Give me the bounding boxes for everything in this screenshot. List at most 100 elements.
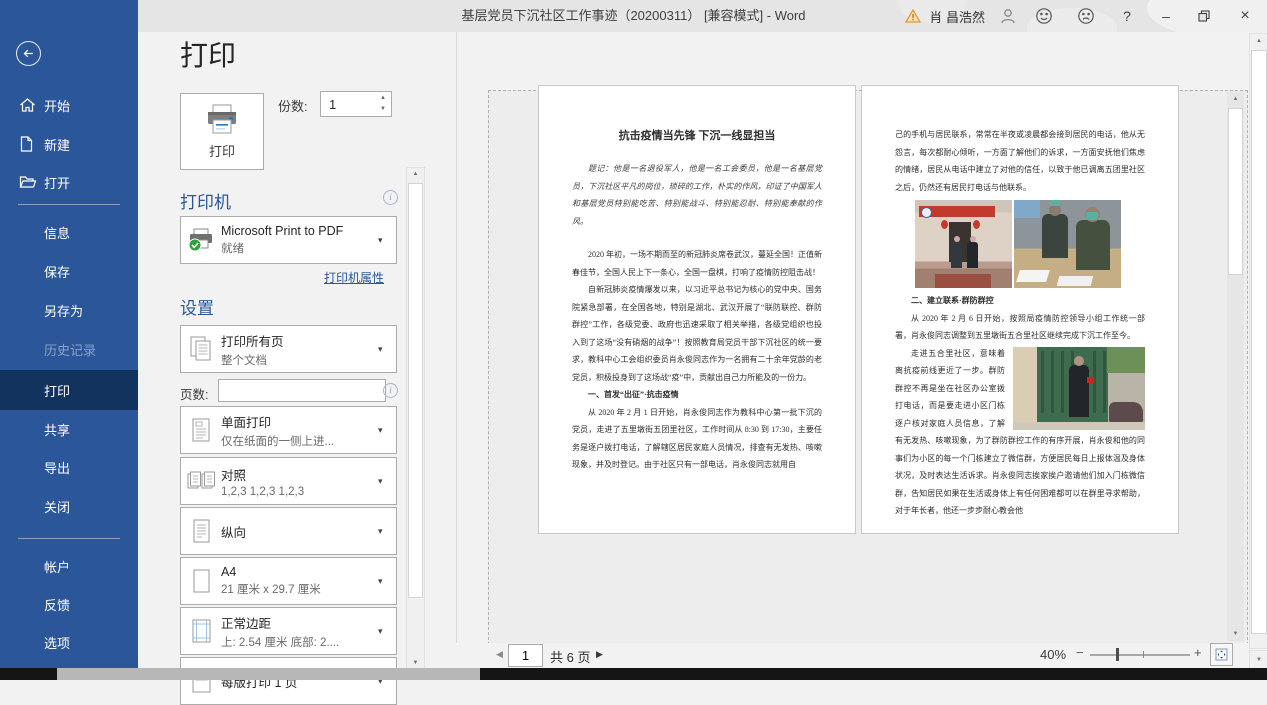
preview-page-1: 抗击疫情当先锋 下沉一线显担当 题记：他是一名退役军人，他是一名工会委员，他是一… [538, 85, 856, 534]
window-scrollbar-down[interactable]: ▼ [1249, 650, 1267, 670]
next-page-icon[interactable]: ▶ [596, 649, 603, 660]
sidebar-item-save[interactable]: 保存 [0, 252, 138, 290]
pages-label: 页数: [180, 384, 208, 403]
preview-status-bar: ◀ 共 6 页 ▶ 40% − + [456, 643, 1249, 668]
feedback-frown-icon[interactable] [1065, 0, 1107, 32]
chevron-down-icon: ▾ [378, 576, 396, 587]
current-page-input[interactable] [508, 644, 543, 667]
fit-to-page-icon [1215, 648, 1228, 661]
setting-collate[interactable]: 对照 1,2,3 1,2,3 1,2,3 ▾ [180, 457, 397, 505]
sidebar-item-open[interactable]: 打开 [0, 163, 138, 201]
settings-section-header: 设置 [180, 294, 214, 319]
setting-paper-size[interactable]: A4 21 厘米 x 29.7 厘米 ▾ [180, 557, 397, 605]
scroll-up-icon[interactable]: ▲ [1250, 38, 1267, 44]
scroll-up-icon[interactable]: ▲ [407, 171, 424, 177]
sidebar-divider [18, 538, 120, 539]
previous-page-icon[interactable]: ◀ [496, 649, 503, 660]
user-name[interactable]: 肖 昌浩然 [929, 7, 985, 26]
settings-scrollbar-thumb[interactable] [408, 183, 423, 598]
sidebar-item-close[interactable]: 关闭 [0, 487, 138, 525]
feedback-smile-icon[interactable] [1023, 0, 1065, 32]
sidebar-item-export[interactable]: 导出 [0, 448, 138, 486]
setting-pages-per-sheet[interactable]: 每版打印 1 页 ▾ [180, 657, 397, 705]
help-button[interactable]: ? [1107, 0, 1147, 32]
user-avatar-icon[interactable] [993, 0, 1023, 32]
setting-margins[interactable]: 正常边距 上: 2.54 厘米 底部: 2.... ▾ [180, 607, 397, 655]
scroll-down-icon[interactable]: ▼ [1250, 657, 1267, 663]
margins-icon [181, 617, 221, 645]
copies-increment-icon[interactable]: ▲ [377, 93, 389, 104]
all-pages-icon [181, 335, 221, 363]
total-pages-label: 共 6 页 [550, 647, 590, 666]
setting-print-range[interactable]: 打印所有页 整个文档 ▾ [180, 325, 397, 373]
copies-input[interactable] [327, 93, 375, 115]
copies-decrement-icon[interactable]: ▼ [377, 104, 389, 115]
scroll-down-icon[interactable]: ▼ [407, 660, 424, 666]
doc-heading: 抗击疫情当先锋 下沉一线显担当 [572, 126, 822, 146]
print-button[interactable]: 打印 [180, 93, 264, 170]
sidebar-item-account[interactable]: 帐户 [0, 547, 138, 585]
zoom-slider-center-tick [1143, 651, 1144, 658]
sidebar-item-options[interactable]: 选项 [0, 623, 138, 661]
preview-scrollbar-thumb[interactable] [1228, 108, 1243, 275]
taskbar-window-segment[interactable] [57, 668, 480, 680]
page-title: 打印 [180, 34, 236, 74]
minimize-button[interactable]: – [1147, 0, 1185, 32]
sidebar-item-history: 历史记录 [0, 330, 138, 368]
zoom-slider-handle[interactable] [1116, 648, 1119, 661]
titlebar: 基层党员下沉社区工作事迹（20200311） [兼容模式] - Word 肖 昌… [0, 0, 1267, 32]
printer-status: 就绪 [221, 240, 378, 256]
portrait-icon [181, 517, 221, 545]
taskbar-edge [0, 668, 1267, 680]
copies-label: 份数: [278, 96, 308, 115]
warning-icon[interactable] [901, 0, 925, 32]
sidebar-item-print[interactable]: 打印 [0, 370, 138, 410]
paper-size-icon [181, 567, 221, 595]
sidebar-item-share[interactable]: 共享 [0, 410, 138, 448]
setting-orientation[interactable]: 纵向 ▾ [180, 507, 397, 555]
back-button[interactable] [16, 41, 41, 66]
photo-office-phone-call [1014, 200, 1121, 288]
fit-to-page-button[interactable] [1210, 643, 1233, 666]
chevron-down-icon: ▾ [378, 526, 396, 537]
zoom-in-button[interactable]: + [1194, 645, 1202, 660]
sidebar-item-save-as[interactable]: 另存为 [0, 291, 138, 329]
printer-info-icon[interactable]: i [383, 190, 398, 205]
photo-gate-door-check [1013, 347, 1145, 430]
print-button-label: 打印 [209, 141, 235, 160]
print-panel: 打印 打印 份数: ▲ ▼ 打印机 i [138, 32, 456, 668]
copies-stepper[interactable]: ▲ ▼ [320, 91, 392, 117]
chevron-down-icon: ▾ [378, 476, 396, 487]
printer-properties-link[interactable]: 打印机属性 [324, 269, 384, 286]
print-preview-area: 抗击疫情当先锋 下沉一线显担当 题记：他是一名退役军人，他是一名工会委员，他是一… [456, 32, 1250, 668]
chevron-down-icon: ▾ [378, 344, 396, 355]
pages-info-icon[interactable]: i [383, 383, 398, 398]
chevron-down-icon: ▾ [378, 425, 396, 436]
preview-page-2: 己的手机与居民联系，常常在半夜或凌晨都会接到居民的电话，他从无怨言，每次都耐心倾… [861, 85, 1179, 534]
window-scrollbar[interactable]: ▲ [1249, 33, 1267, 649]
preview-scrollbar[interactable]: ▲ ▼ [1227, 92, 1244, 641]
close-button[interactable]: × [1223, 0, 1267, 32]
restore-button[interactable] [1185, 0, 1223, 32]
zoom-level: 40% [1040, 647, 1066, 662]
scroll-up-icon[interactable]: ▲ [1227, 96, 1244, 102]
home-icon [19, 97, 36, 113]
sidebar-item-home[interactable]: 开始 [0, 86, 138, 124]
sidebar-item-info[interactable]: 信息 [0, 213, 138, 251]
printer-section-header: 打印机 [180, 188, 231, 213]
scroll-down-icon[interactable]: ▼ [1227, 631, 1244, 637]
backstage-sidebar: 开始 新建 打开 信息 保存 另存为 历史记录 打印 共享 导出 关闭 帐户 反… [0, 0, 138, 668]
window-scrollbar-thumb[interactable] [1251, 50, 1267, 634]
zoom-out-button[interactable]: − [1076, 645, 1084, 660]
chevron-down-icon: ▾ [378, 235, 396, 246]
printer-selector[interactable]: Microsoft Print to PDF 就绪 ▾ [180, 216, 397, 264]
setting-duplex[interactable]: 单面打印 仅在纸面的一侧上进... ▾ [180, 406, 397, 454]
pages-input[interactable] [218, 379, 386, 402]
open-folder-icon [19, 175, 37, 190]
collate-icon [181, 468, 221, 494]
printer-name: Microsoft Print to PDF [221, 224, 378, 238]
sidebar-item-feedback[interactable]: 反馈 [0, 585, 138, 623]
zoom-slider-track[interactable] [1090, 654, 1190, 656]
sidebar-item-new[interactable]: 新建 [0, 125, 138, 163]
settings-scrollbar[interactable]: ▲ ▼ [406, 167, 425, 670]
